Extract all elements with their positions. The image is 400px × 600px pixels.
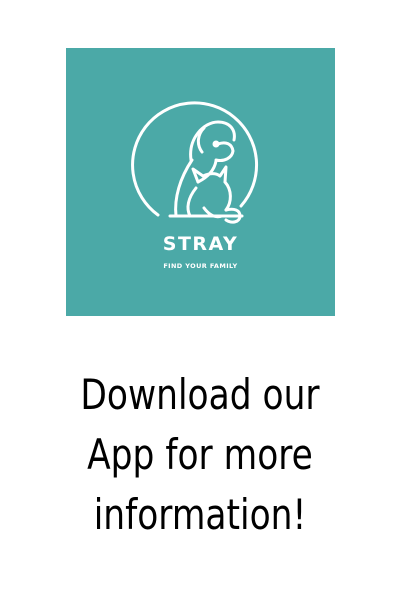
brand-name: STRAY xyxy=(162,233,239,255)
download-app-message: Download our App for more information! xyxy=(36,365,364,545)
brand-tagline: FIND YOUR FAMILY xyxy=(163,262,238,270)
app-logo[interactable]: STRAY FIND YOUR FAMILY xyxy=(66,48,335,316)
cta-line-1: Download our xyxy=(80,370,320,419)
cta-line-2: App for more xyxy=(87,430,313,479)
cta-line-3: information! xyxy=(93,490,307,539)
dog-and-cat-icon xyxy=(131,101,259,224)
page: STRAY FIND YOUR FAMILY Download our App … xyxy=(0,0,400,600)
